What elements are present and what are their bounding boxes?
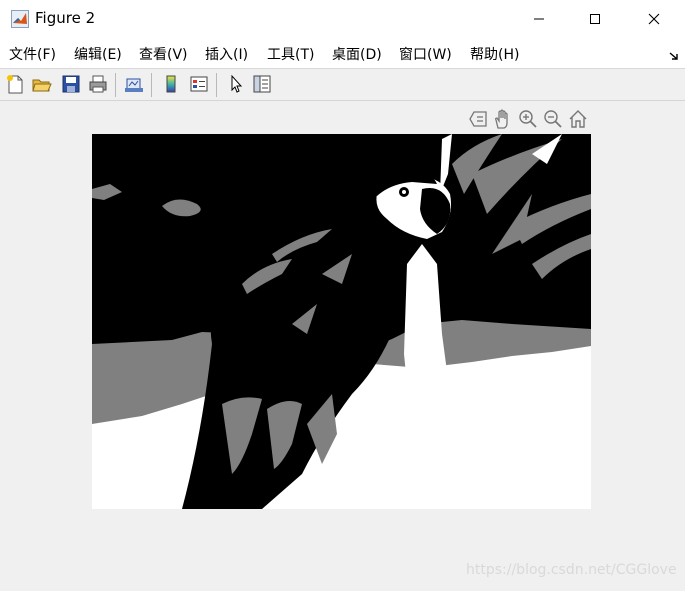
menu-view[interactable]: 查看(V)	[139, 44, 188, 64]
minimize-icon	[534, 18, 544, 20]
link-plot-icon[interactable]	[123, 73, 145, 95]
minimize-button[interactable]	[516, 0, 562, 38]
axes-toolbar	[468, 108, 590, 132]
new-figure-icon[interactable]	[4, 73, 26, 95]
menu-dock-arrow-icon[interactable]	[669, 46, 679, 65]
menu-window[interactable]: 窗口(W)	[399, 44, 452, 64]
restore-view-icon[interactable]	[567, 108, 589, 130]
menu-help[interactable]: 帮助(H)	[470, 44, 519, 64]
edit-plot-arrow-icon[interactable]	[225, 73, 247, 95]
open-file-icon[interactable]	[31, 73, 53, 95]
toolbar-separator	[151, 73, 152, 97]
data-tips-icon[interactable]	[468, 108, 490, 130]
figure-toolbar	[0, 69, 685, 101]
window-title: Figure 2	[35, 9, 96, 27]
zoom-in-icon[interactable]	[517, 108, 539, 130]
maximize-icon	[590, 14, 600, 24]
quantized-parrot-image	[92, 134, 591, 509]
watermark-text: https://blog.csdn.net/CGGlove	[466, 562, 677, 578]
toolbar-separator	[115, 73, 116, 97]
menu-edit[interactable]: 编辑(E)	[74, 44, 122, 64]
pan-icon[interactable]	[492, 108, 514, 130]
maximize-button[interactable]	[572, 0, 618, 38]
zoom-out-icon[interactable]	[542, 108, 564, 130]
save-icon[interactable]	[60, 73, 82, 95]
legend-icon[interactable]	[188, 73, 210, 95]
title-bar: Figure 2	[0, 0, 685, 38]
matlab-logo-icon	[11, 10, 29, 28]
property-inspector-icon[interactable]	[251, 73, 273, 95]
menu-file[interactable]: 文件(F)	[9, 44, 56, 64]
menu-desktop[interactable]: 桌面(D)	[332, 44, 382, 64]
print-icon[interactable]	[87, 73, 109, 95]
toolbar-separator	[216, 73, 217, 97]
menu-tools[interactable]: 工具(T)	[267, 44, 314, 64]
menu-insert[interactable]: 插入(I)	[205, 44, 248, 64]
colorbar-icon[interactable]	[160, 73, 182, 95]
close-button[interactable]	[631, 0, 677, 38]
menu-bar: 文件(F) 编辑(E) 查看(V) 插入(I) 工具(T) 桌面(D) 窗口(W…	[0, 38, 685, 69]
close-icon	[648, 13, 660, 25]
